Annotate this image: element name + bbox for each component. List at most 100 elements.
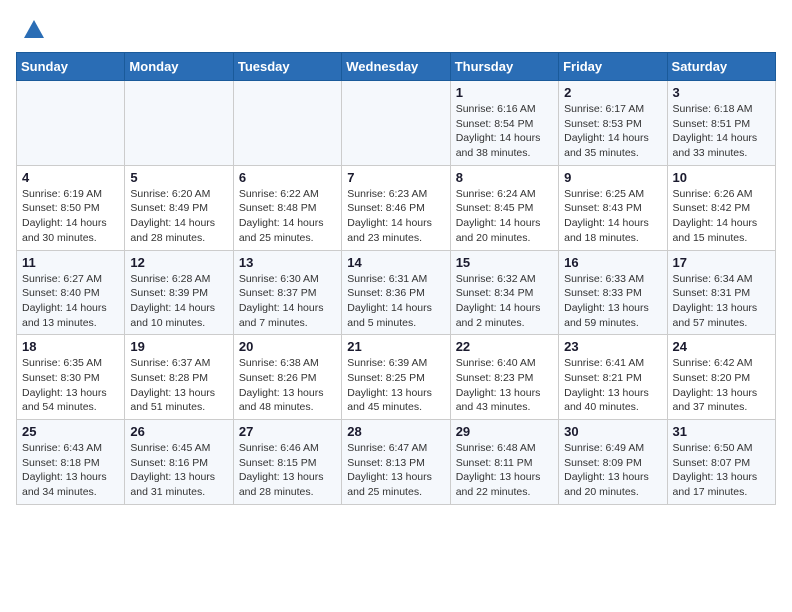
day-number: 23 — [564, 339, 661, 354]
day-number: 4 — [22, 170, 119, 185]
day-info: Sunrise: 6:46 AM Sunset: 8:15 PM Dayligh… — [239, 441, 336, 500]
day-info: Sunrise: 6:31 AM Sunset: 8:36 PM Dayligh… — [347, 272, 444, 331]
day-number: 31 — [673, 424, 770, 439]
day-info: Sunrise: 6:42 AM Sunset: 8:20 PM Dayligh… — [673, 356, 770, 415]
calendar-cell — [17, 81, 125, 166]
calendar-cell: 8 Sunrise: 6:24 AM Sunset: 8:45 PM Daylig… — [450, 165, 558, 250]
day-number: 16 — [564, 255, 661, 270]
calendar-cell: 31 Sunrise: 6:50 AM Sunset: 8:07 PM Dayli… — [667, 420, 775, 505]
day-info: Sunrise: 6:23 AM Sunset: 8:46 PM Dayligh… — [347, 187, 444, 246]
day-info: Sunrise: 6:26 AM Sunset: 8:42 PM Dayligh… — [673, 187, 770, 246]
day-info: Sunrise: 6:27 AM Sunset: 8:40 PM Dayligh… — [22, 272, 119, 331]
day-info: Sunrise: 6:48 AM Sunset: 8:11 PM Dayligh… — [456, 441, 553, 500]
calendar-cell: 26Sunrise: 6:45 AM Sunset: 8:16 PM Dayli… — [125, 420, 233, 505]
calendar-cell: 18 Sunrise: 6:35 AM Sunset: 8:30 PM Dayli… — [17, 335, 125, 420]
day-number: 20 — [239, 339, 336, 354]
day-info: Sunrise: 6:38 AM Sunset: 8:26 PM Dayligh… — [239, 356, 336, 415]
calendar-cell: 16 Sunrise: 6:33 AM Sunset: 8:33 PM Dayli… — [559, 250, 667, 335]
day-number: 18 — [22, 339, 119, 354]
calendar-cell: 29 Sunrise: 6:48 AM Sunset: 8:11 PM Dayli… — [450, 420, 558, 505]
weekday-header-row: SundayMondayTuesdayWednesdayThursdayFrid… — [17, 53, 776, 81]
day-number: 25 — [22, 424, 119, 439]
day-number: 17 — [673, 255, 770, 270]
day-info: Sunrise: 6:37 AM Sunset: 8:28 PM Dayligh… — [130, 356, 227, 415]
day-info: Sunrise: 6:32 AM Sunset: 8:34 PM Dayligh… — [456, 272, 553, 331]
day-info: Sunrise: 6:43 AM Sunset: 8:18 PM Dayligh… — [22, 441, 119, 500]
calendar-cell: 9 Sunrise: 6:25 AM Sunset: 8:43 PM Daylig… — [559, 165, 667, 250]
calendar-cell: 20 Sunrise: 6:38 AM Sunset: 8:26 PM Dayli… — [233, 335, 341, 420]
calendar-cell: 4 Sunrise: 6:19 AM Sunset: 8:50 PM Daylig… — [17, 165, 125, 250]
day-number: 2 — [564, 85, 661, 100]
calendar-cell: 28Sunrise: 6:47 AM Sunset: 8:13 PM Dayli… — [342, 420, 450, 505]
calendar-cell: 15Sunrise: 6:32 AM Sunset: 8:34 PM Dayli… — [450, 250, 558, 335]
day-info: Sunrise: 6:35 AM Sunset: 8:30 PM Dayligh… — [22, 356, 119, 415]
day-number: 24 — [673, 339, 770, 354]
calendar-cell: 23 Sunrise: 6:41 AM Sunset: 8:21 PM Dayli… — [559, 335, 667, 420]
weekday-header-monday: Monday — [125, 53, 233, 81]
day-number: 1 — [456, 85, 553, 100]
day-number: 22 — [456, 339, 553, 354]
day-info: Sunrise: 6:19 AM Sunset: 8:50 PM Dayligh… — [22, 187, 119, 246]
day-number: 9 — [564, 170, 661, 185]
day-number: 13 — [239, 255, 336, 270]
day-number: 29 — [456, 424, 553, 439]
weekday-header-tuesday: Tuesday — [233, 53, 341, 81]
calendar-cell: 25 Sunrise: 6:43 AM Sunset: 8:18 PM Dayli… — [17, 420, 125, 505]
calendar-cell: 21Sunrise: 6:39 AM Sunset: 8:25 PM Dayli… — [342, 335, 450, 420]
day-number: 11 — [22, 255, 119, 270]
header — [16, 16, 776, 44]
calendar-table: SundayMondayTuesdayWednesdayThursdayFrid… — [16, 52, 776, 505]
calendar-cell — [125, 81, 233, 166]
calendar-week-row: 18 Sunrise: 6:35 AM Sunset: 8:30 PM Dayli… — [17, 335, 776, 420]
calendar-cell: 5 Sunrise: 6:20 AM Sunset: 8:49 PM Daylig… — [125, 165, 233, 250]
day-info: Sunrise: 6:49 AM Sunset: 8:09 PM Dayligh… — [564, 441, 661, 500]
calendar-cell — [233, 81, 341, 166]
weekday-header-sunday: Sunday — [17, 53, 125, 81]
day-number: 3 — [673, 85, 770, 100]
calendar-cell: 13Sunrise: 6:30 AM Sunset: 8:37 PM Dayli… — [233, 250, 341, 335]
day-number: 7 — [347, 170, 444, 185]
calendar-cell: 3Sunrise: 6:18 AM Sunset: 8:51 PM Daylig… — [667, 81, 775, 166]
day-info: Sunrise: 6:22 AM Sunset: 8:48 PM Dayligh… — [239, 187, 336, 246]
day-number: 14 — [347, 255, 444, 270]
calendar-cell: 17 Sunrise: 6:34 AM Sunset: 8:31 PM Dayli… — [667, 250, 775, 335]
calendar-cell: 12 Sunrise: 6:28 AM Sunset: 8:39 PM Dayli… — [125, 250, 233, 335]
day-info: Sunrise: 6:34 AM Sunset: 8:31 PM Dayligh… — [673, 272, 770, 331]
day-number: 5 — [130, 170, 227, 185]
day-info: Sunrise: 6:41 AM Sunset: 8:21 PM Dayligh… — [564, 356, 661, 415]
day-info: Sunrise: 6:25 AM Sunset: 8:43 PM Dayligh… — [564, 187, 661, 246]
day-info: Sunrise: 6:40 AM Sunset: 8:23 PM Dayligh… — [456, 356, 553, 415]
weekday-header-friday: Friday — [559, 53, 667, 81]
calendar-cell: 27 Sunrise: 6:46 AM Sunset: 8:15 PM Dayli… — [233, 420, 341, 505]
day-info: Sunrise: 6:39 AM Sunset: 8:25 PM Dayligh… — [347, 356, 444, 415]
weekday-header-thursday: Thursday — [450, 53, 558, 81]
day-number: 19 — [130, 339, 227, 354]
day-info: Sunrise: 6:33 AM Sunset: 8:33 PM Dayligh… — [564, 272, 661, 331]
day-info: Sunrise: 6:50 AM Sunset: 8:07 PM Dayligh… — [673, 441, 770, 500]
calendar-cell: 10 Sunrise: 6:26 AM Sunset: 8:42 PM Dayli… — [667, 165, 775, 250]
day-number: 26 — [130, 424, 227, 439]
day-info: Sunrise: 6:28 AM Sunset: 8:39 PM Dayligh… — [130, 272, 227, 331]
day-info: Sunrise: 6:20 AM Sunset: 8:49 PM Dayligh… — [130, 187, 227, 246]
calendar-cell: 11 Sunrise: 6:27 AM Sunset: 8:40 PM Dayli… — [17, 250, 125, 335]
calendar-cell: 19 Sunrise: 6:37 AM Sunset: 8:28 PM Dayli… — [125, 335, 233, 420]
calendar-week-row: 4 Sunrise: 6:19 AM Sunset: 8:50 PM Daylig… — [17, 165, 776, 250]
calendar-week-row: 11 Sunrise: 6:27 AM Sunset: 8:40 PM Dayli… — [17, 250, 776, 335]
calendar-week-row: 25 Sunrise: 6:43 AM Sunset: 8:18 PM Dayli… — [17, 420, 776, 505]
logo — [16, 16, 46, 44]
weekday-header-saturday: Saturday — [667, 53, 775, 81]
day-info: Sunrise: 6:24 AM Sunset: 8:45 PM Dayligh… — [456, 187, 553, 246]
calendar-week-row: 1Sunrise: 6:16 AM Sunset: 8:54 PM Daylig… — [17, 81, 776, 166]
calendar-cell: 6Sunrise: 6:22 AM Sunset: 8:48 PM Daylig… — [233, 165, 341, 250]
day-number: 30 — [564, 424, 661, 439]
day-number: 27 — [239, 424, 336, 439]
calendar-cell: 24 Sunrise: 6:42 AM Sunset: 8:20 PM Dayli… — [667, 335, 775, 420]
day-number: 8 — [456, 170, 553, 185]
weekday-header-wednesday: Wednesday — [342, 53, 450, 81]
logo-icon — [18, 16, 46, 44]
day-info: Sunrise: 6:47 AM Sunset: 8:13 PM Dayligh… — [347, 441, 444, 500]
day-info: Sunrise: 6:17 AM Sunset: 8:53 PM Dayligh… — [564, 102, 661, 161]
calendar-cell — [342, 81, 450, 166]
day-number: 10 — [673, 170, 770, 185]
day-number: 12 — [130, 255, 227, 270]
